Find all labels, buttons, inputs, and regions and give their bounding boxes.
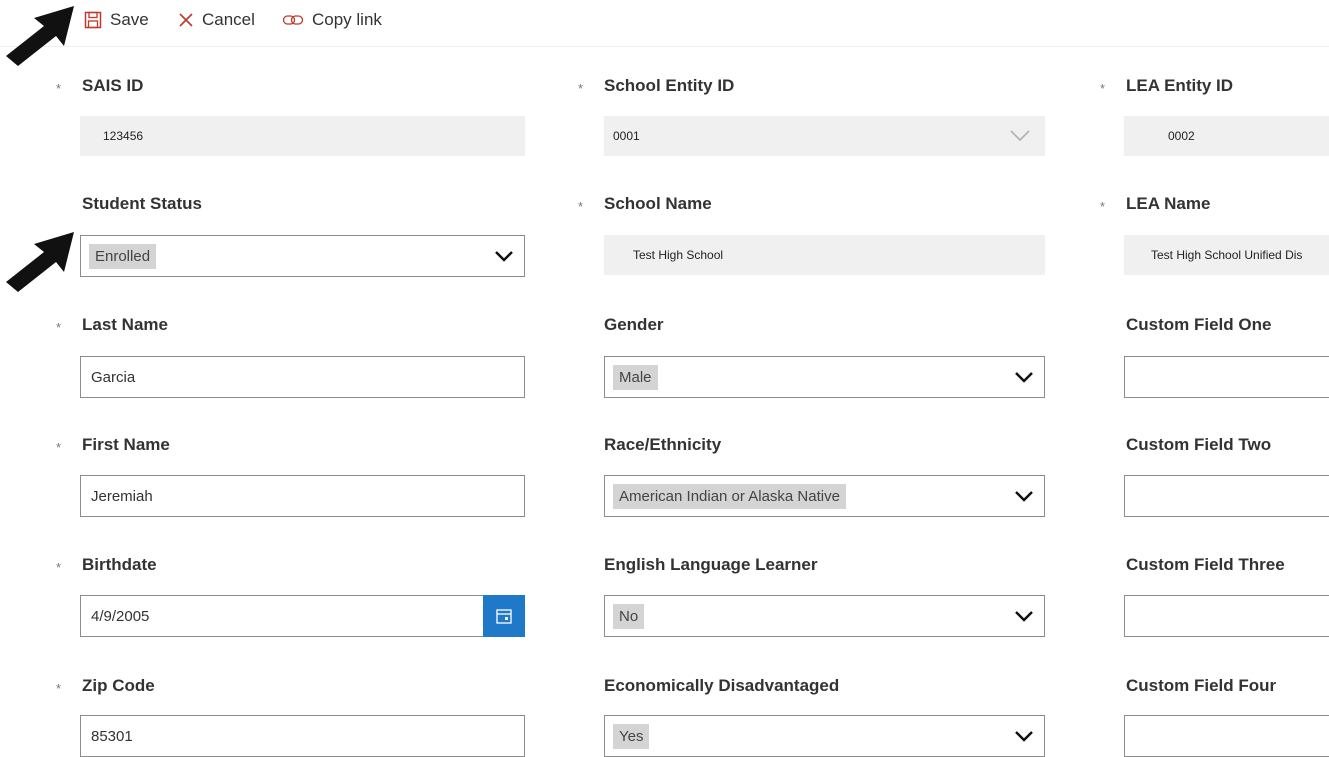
- custom-field-two-input[interactable]: [1124, 475, 1329, 517]
- lea-entity-id-field: 0002: [1124, 116, 1329, 156]
- student-status-dropdown[interactable]: Enrolled: [80, 235, 525, 277]
- close-icon: [179, 13, 193, 27]
- first-name-input[interactable]: Jeremiah: [80, 475, 525, 517]
- school-entity-id-field: 0001: [604, 116, 1045, 156]
- last-name-label: Last Name: [82, 315, 168, 334]
- chevron-down-icon: [495, 251, 513, 262]
- ell-dropdown[interactable]: No: [604, 595, 1045, 637]
- custom-field-one-label: Custom Field One: [1126, 315, 1272, 334]
- lea-entity-id-label: LEA Entity ID: [1126, 76, 1234, 95]
- required-marker: *: [578, 81, 584, 96]
- school-name-label: School Name: [604, 194, 712, 213]
- required-marker: *: [56, 320, 62, 335]
- race-ethnicity-label: Race/Ethnicity: [604, 435, 722, 454]
- student-status-value: Enrolled: [89, 243, 157, 269]
- lea-entity-id-value: 0002: [1168, 129, 1195, 143]
- required-marker: *: [578, 199, 584, 214]
- cancel-label: Cancel: [202, 10, 255, 29]
- birthdate-label: Birthdate: [82, 555, 157, 574]
- first-name-label: First Name: [82, 435, 170, 454]
- race-ethnicity-value: American Indian or Alaska Native: [613, 483, 846, 509]
- required-marker: *: [56, 440, 62, 455]
- lea-name-value: Test High School Unified Dis: [1151, 248, 1303, 262]
- calendar-icon: [496, 609, 512, 624]
- chevron-down-icon: [1015, 491, 1033, 502]
- sais-id-field: 123456: [80, 116, 525, 156]
- pointer-arrow-icon: [6, 6, 74, 66]
- required-marker: *: [1100, 199, 1106, 214]
- save-button[interactable]: Save: [84, 8, 149, 32]
- required-marker: *: [56, 560, 62, 575]
- lea-name-label: LEA Name: [1126, 194, 1211, 213]
- gender-value: Male: [613, 364, 658, 390]
- chevron-down-icon: [1010, 130, 1030, 142]
- custom-field-four-label: Custom Field Four: [1126, 676, 1277, 695]
- chevron-down-icon: [1015, 731, 1033, 742]
- sais-id-label: SAIS ID: [82, 76, 144, 95]
- school-entity-id-value: 0001: [613, 129, 640, 143]
- cancel-button[interactable]: Cancel: [178, 8, 255, 32]
- gender-dropdown[interactable]: Male: [604, 356, 1045, 398]
- race-ethnicity-dropdown[interactable]: American Indian or Alaska Native: [604, 475, 1045, 517]
- econ-disadvantaged-value: Yes: [613, 723, 650, 749]
- student-status-label: Student Status: [82, 194, 202, 213]
- gender-label: Gender: [604, 315, 664, 334]
- floppy-disk-icon: [84, 11, 102, 29]
- chevron-down-icon: [1015, 611, 1033, 622]
- custom-field-two-label: Custom Field Two: [1126, 435, 1272, 454]
- copy-link-button[interactable]: Copy link: [282, 8, 382, 32]
- zip-code-label: Zip Code: [82, 676, 155, 695]
- school-entity-id-label: School Entity ID: [604, 76, 735, 95]
- link-icon: [282, 15, 304, 25]
- econ-disadvantaged-dropdown[interactable]: Yes: [604, 715, 1045, 757]
- save-label: Save: [110, 10, 149, 29]
- chevron-down-icon: [1015, 372, 1033, 383]
- custom-field-one-input[interactable]: [1124, 356, 1329, 398]
- command-bar: Save Cancel Copy link: [0, 0, 1329, 47]
- school-name-value: Test High School: [633, 248, 724, 262]
- custom-field-three-label: Custom Field Three: [1126, 555, 1285, 574]
- copy-link-label: Copy link: [312, 10, 382, 29]
- ell-value: No: [613, 603, 645, 629]
- sais-id-value: 123456: [103, 129, 144, 143]
- required-marker: *: [56, 681, 62, 696]
- date-picker-button[interactable]: [483, 595, 525, 637]
- custom-field-four-input[interactable]: [1124, 715, 1329, 757]
- required-marker: *: [1100, 81, 1106, 96]
- lea-name-field: Test High School Unified Dis: [1124, 235, 1329, 275]
- required-marker: *: [56, 81, 62, 96]
- zip-code-input[interactable]: 85301: [80, 715, 525, 757]
- birthdate-input[interactable]: 4/9/2005: [80, 595, 485, 637]
- last-name-input[interactable]: Garcia: [80, 356, 525, 398]
- pointer-arrow-icon: [6, 232, 74, 292]
- custom-field-three-input[interactable]: [1124, 595, 1329, 637]
- school-name-field: Test High School: [604, 235, 1045, 275]
- econ-disadvantaged-label: Economically Disadvantaged: [604, 676, 840, 695]
- ell-label: English Language Learner: [604, 555, 818, 574]
